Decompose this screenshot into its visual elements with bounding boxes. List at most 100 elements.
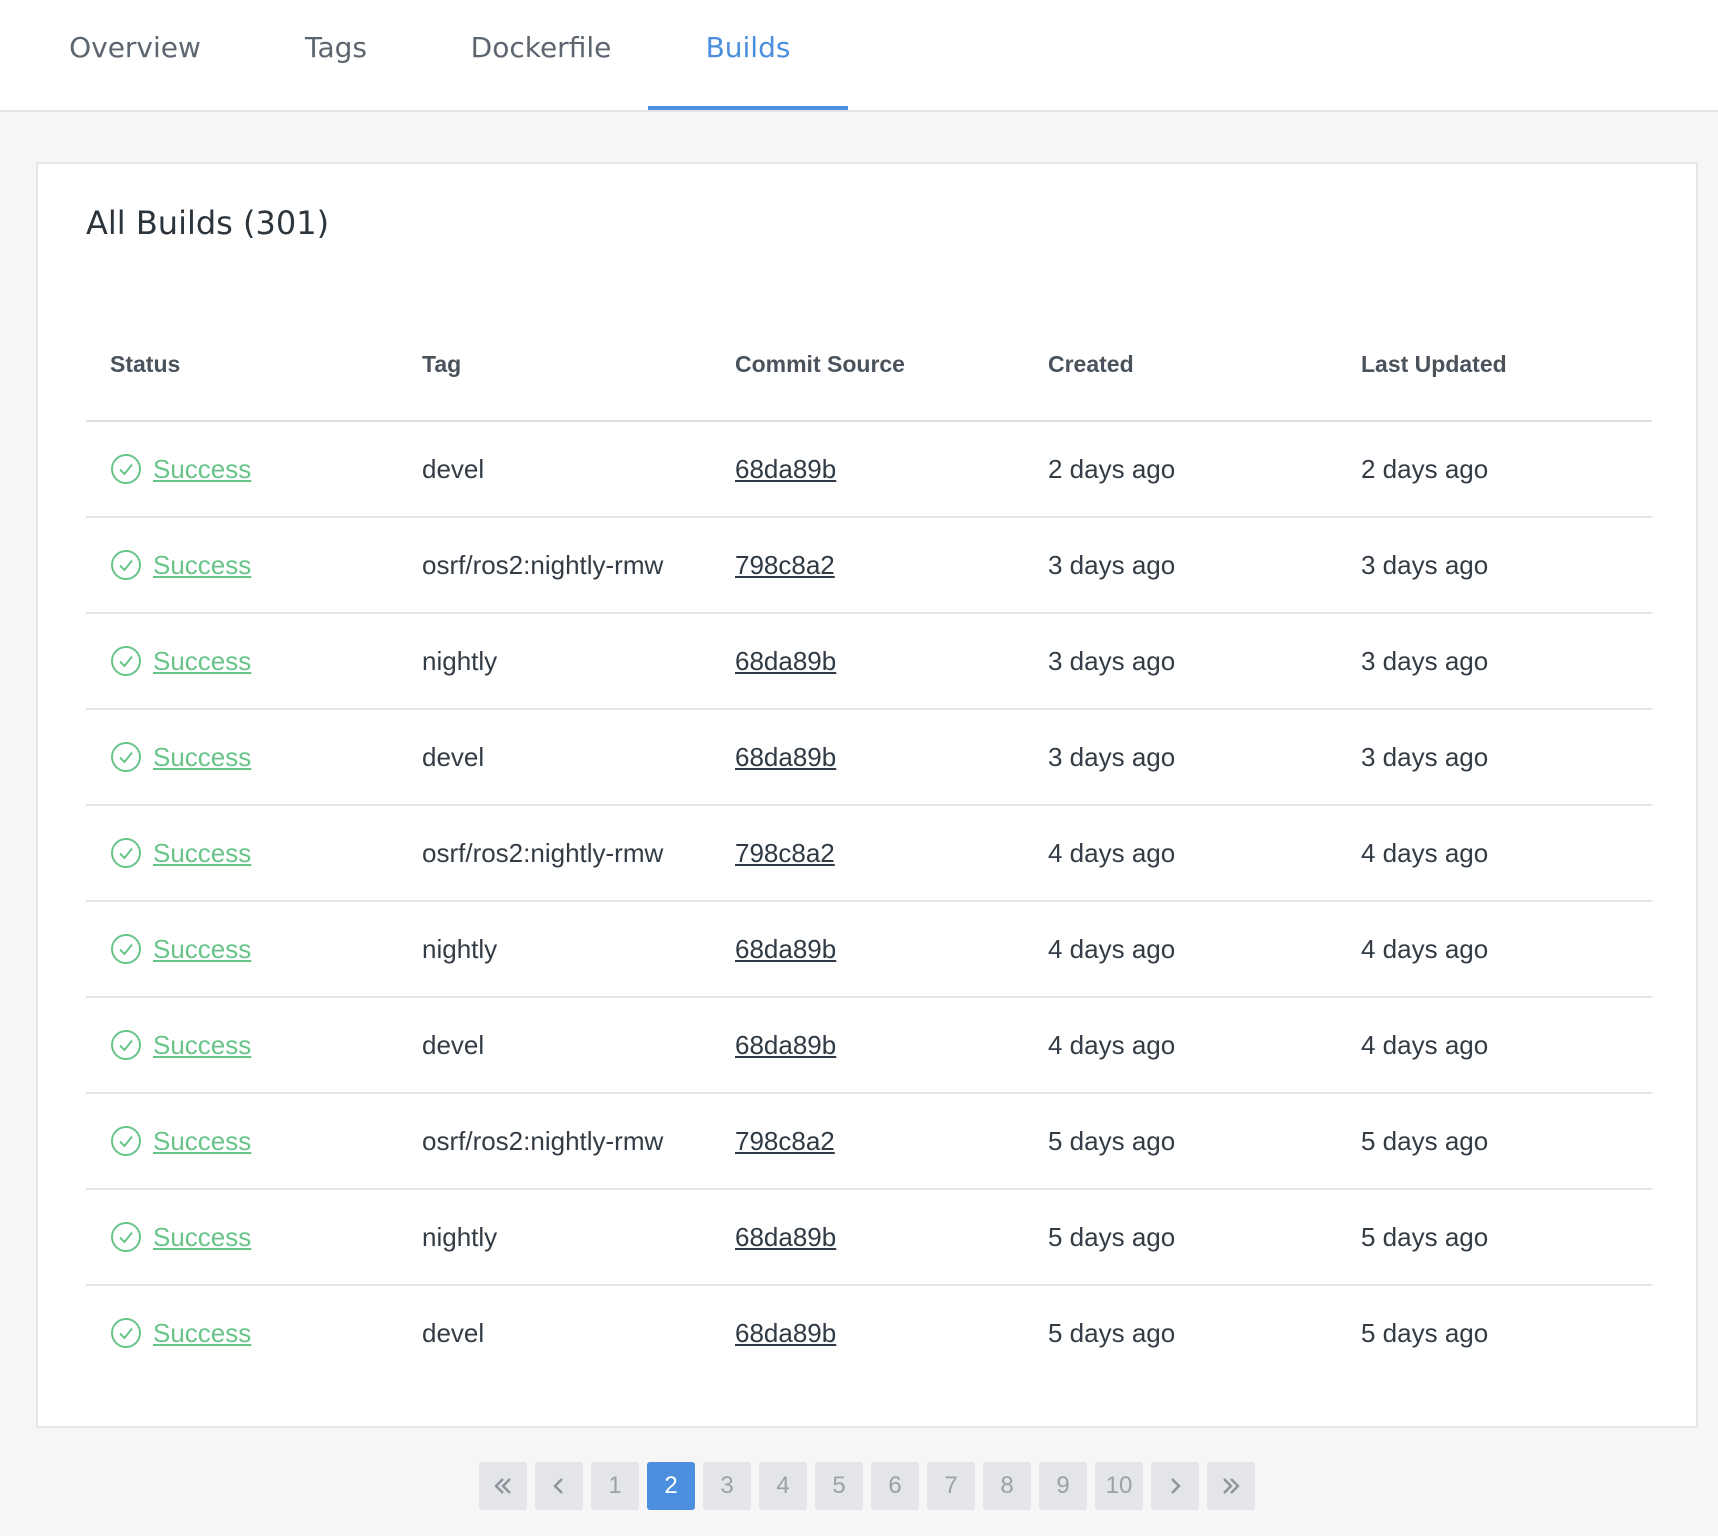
status-link[interactable]: Success (153, 1286, 251, 1380)
commit-link[interactable]: 68da89b (735, 710, 836, 804)
chevron-right-icon (1171, 1478, 1181, 1494)
page-button-9[interactable]: 9 (1039, 1462, 1087, 1510)
previous-page-button[interactable] (535, 1462, 583, 1510)
status-link[interactable]: Success (153, 1190, 251, 1284)
last-updated-cell: 5 days ago (1361, 1222, 1489, 1252)
column-header-tag: Tag (422, 351, 462, 377)
table-row: Success osrf/ros2:nightly-rmw 798c8a2 4 day… (86, 806, 1652, 902)
created-cell: 3 days ago (1048, 646, 1176, 676)
commit-link[interactable]: 68da89b (735, 422, 836, 516)
column-header-last-updated: Last Updated (1361, 351, 1507, 377)
created-cell: 3 days ago (1048, 742, 1176, 772)
commit-link[interactable]: 68da89b (735, 1286, 836, 1380)
last-updated-cell: 5 days ago (1361, 1126, 1489, 1156)
table-row: Success devel 68da89b 3 days ago 3 days ago (86, 710, 1652, 806)
double-chevron-left-icon (494, 1478, 511, 1494)
commit-link[interactable]: 68da89b (735, 614, 836, 708)
tab-overview[interactable]: Overview (60, 0, 210, 110)
created-cell: 4 days ago (1048, 934, 1176, 964)
last-updated-cell: 3 days ago (1361, 646, 1489, 676)
commit-link[interactable]: 68da89b (735, 902, 836, 996)
created-cell: 5 days ago (1048, 1318, 1176, 1348)
table-header: Status Tag Commit Source Created Last Up… (86, 334, 1652, 422)
last-updated-cell: 5 days ago (1361, 1318, 1489, 1348)
page-button-7[interactable]: 7 (927, 1462, 975, 1510)
table-row: Success devel 68da89b 4 days ago 4 days ago (86, 998, 1652, 1094)
table-row: Success osrf/ros2:nightly-rmw 798c8a2 3 day… (86, 518, 1652, 614)
success-check-icon (111, 742, 141, 772)
success-check-icon (111, 934, 141, 964)
builds-table-body: Success devel 68da89b 2 days ago 2 days ago S… (86, 422, 1652, 1380)
column-header-created: Created (1048, 351, 1134, 377)
page-button-10[interactable]: 10 (1095, 1462, 1143, 1510)
tab-builds[interactable]: Builds (648, 0, 848, 110)
success-check-icon (111, 1318, 141, 1348)
status-link[interactable]: Success (153, 614, 251, 708)
top-tab-bar: Overview Tags Dockerfile Builds (0, 0, 1718, 112)
column-header-status: Status (110, 351, 181, 377)
commit-link[interactable]: 798c8a2 (735, 1094, 835, 1188)
status-link[interactable]: Success (153, 710, 251, 804)
last-updated-cell: 3 days ago (1361, 742, 1489, 772)
tab-tags[interactable]: Tags (296, 0, 376, 110)
table-row: Success devel 68da89b 5 days ago 5 days ago (86, 1286, 1652, 1380)
builds-title: All Builds (301) (86, 204, 330, 242)
success-check-icon (111, 550, 141, 580)
tag-cell: devel (422, 1318, 485, 1348)
status-link[interactable]: Success (153, 902, 251, 996)
chevron-left-icon (553, 1478, 563, 1494)
tag-cell: osrf/ros2:nightly-rmw (422, 1126, 664, 1156)
page-button-6[interactable]: 6 (871, 1462, 919, 1510)
tag-cell: nightly (422, 646, 498, 676)
last-updated-cell: 3 days ago (1361, 550, 1489, 580)
status-link[interactable]: Success (153, 518, 251, 612)
success-check-icon (111, 1222, 141, 1252)
created-cell: 5 days ago (1048, 1222, 1176, 1252)
page-button-3[interactable]: 3 (703, 1462, 751, 1510)
status-link[interactable]: Success (153, 806, 251, 900)
created-cell: 3 days ago (1048, 550, 1176, 580)
table-row: Success nightly 68da89b 5 days ago 5 days ag… (86, 1190, 1652, 1286)
first-page-button[interactable] (479, 1462, 527, 1510)
page-button-8[interactable]: 8 (983, 1462, 1031, 1510)
page-button-4[interactable]: 4 (759, 1462, 807, 1510)
last-updated-cell: 4 days ago (1361, 1030, 1489, 1060)
success-check-icon (111, 1030, 141, 1060)
table-row: Success nightly 68da89b 4 days ago 4 days ag… (86, 902, 1652, 998)
tag-cell: devel (422, 454, 485, 484)
table-row: Success nightly 68da89b 3 days ago 3 days ag… (86, 614, 1652, 710)
builds-card: All Builds (301) Status Tag Commit Sourc… (36, 162, 1698, 1428)
created-cell: 2 days ago (1048, 454, 1176, 484)
commit-link[interactable]: 68da89b (735, 1190, 836, 1284)
tag-cell: osrf/ros2:nightly-rmw (422, 838, 664, 868)
commit-link[interactable]: 798c8a2 (735, 806, 835, 900)
double-chevron-right-icon (1223, 1478, 1240, 1494)
page-button-1[interactable]: 1 (591, 1462, 639, 1510)
last-updated-cell: 4 days ago (1361, 934, 1489, 964)
tag-cell: nightly (422, 1222, 498, 1252)
created-cell: 5 days ago (1048, 1126, 1176, 1156)
next-page-button[interactable] (1151, 1462, 1199, 1510)
success-check-icon (111, 646, 141, 676)
tag-cell: nightly (422, 934, 498, 964)
page-button-5[interactable]: 5 (815, 1462, 863, 1510)
created-cell: 4 days ago (1048, 1030, 1176, 1060)
success-check-icon (111, 838, 141, 868)
table-row: Success osrf/ros2:nightly-rmw 798c8a2 5 day… (86, 1094, 1652, 1190)
success-check-icon (111, 1126, 141, 1156)
tag-cell: osrf/ros2:nightly-rmw (422, 550, 664, 580)
last-updated-cell: 4 days ago (1361, 838, 1489, 868)
status-link[interactable]: Success (153, 998, 251, 1092)
commit-link[interactable]: 798c8a2 (735, 518, 835, 612)
tag-cell: devel (422, 742, 485, 772)
status-link[interactable]: Success (153, 1094, 251, 1188)
created-cell: 4 days ago (1048, 838, 1176, 868)
table-row: Success devel 68da89b 2 days ago 2 days ago (86, 422, 1652, 518)
column-header-commit-source: Commit Source (735, 351, 905, 377)
last-updated-cell: 2 days ago (1361, 454, 1489, 484)
status-link[interactable]: Success (153, 422, 251, 516)
page-button-2[interactable]: 2 (647, 1462, 695, 1510)
tab-dockerfile[interactable]: Dockerfile (466, 0, 616, 110)
commit-link[interactable]: 68da89b (735, 998, 836, 1092)
last-page-button[interactable] (1207, 1462, 1255, 1510)
